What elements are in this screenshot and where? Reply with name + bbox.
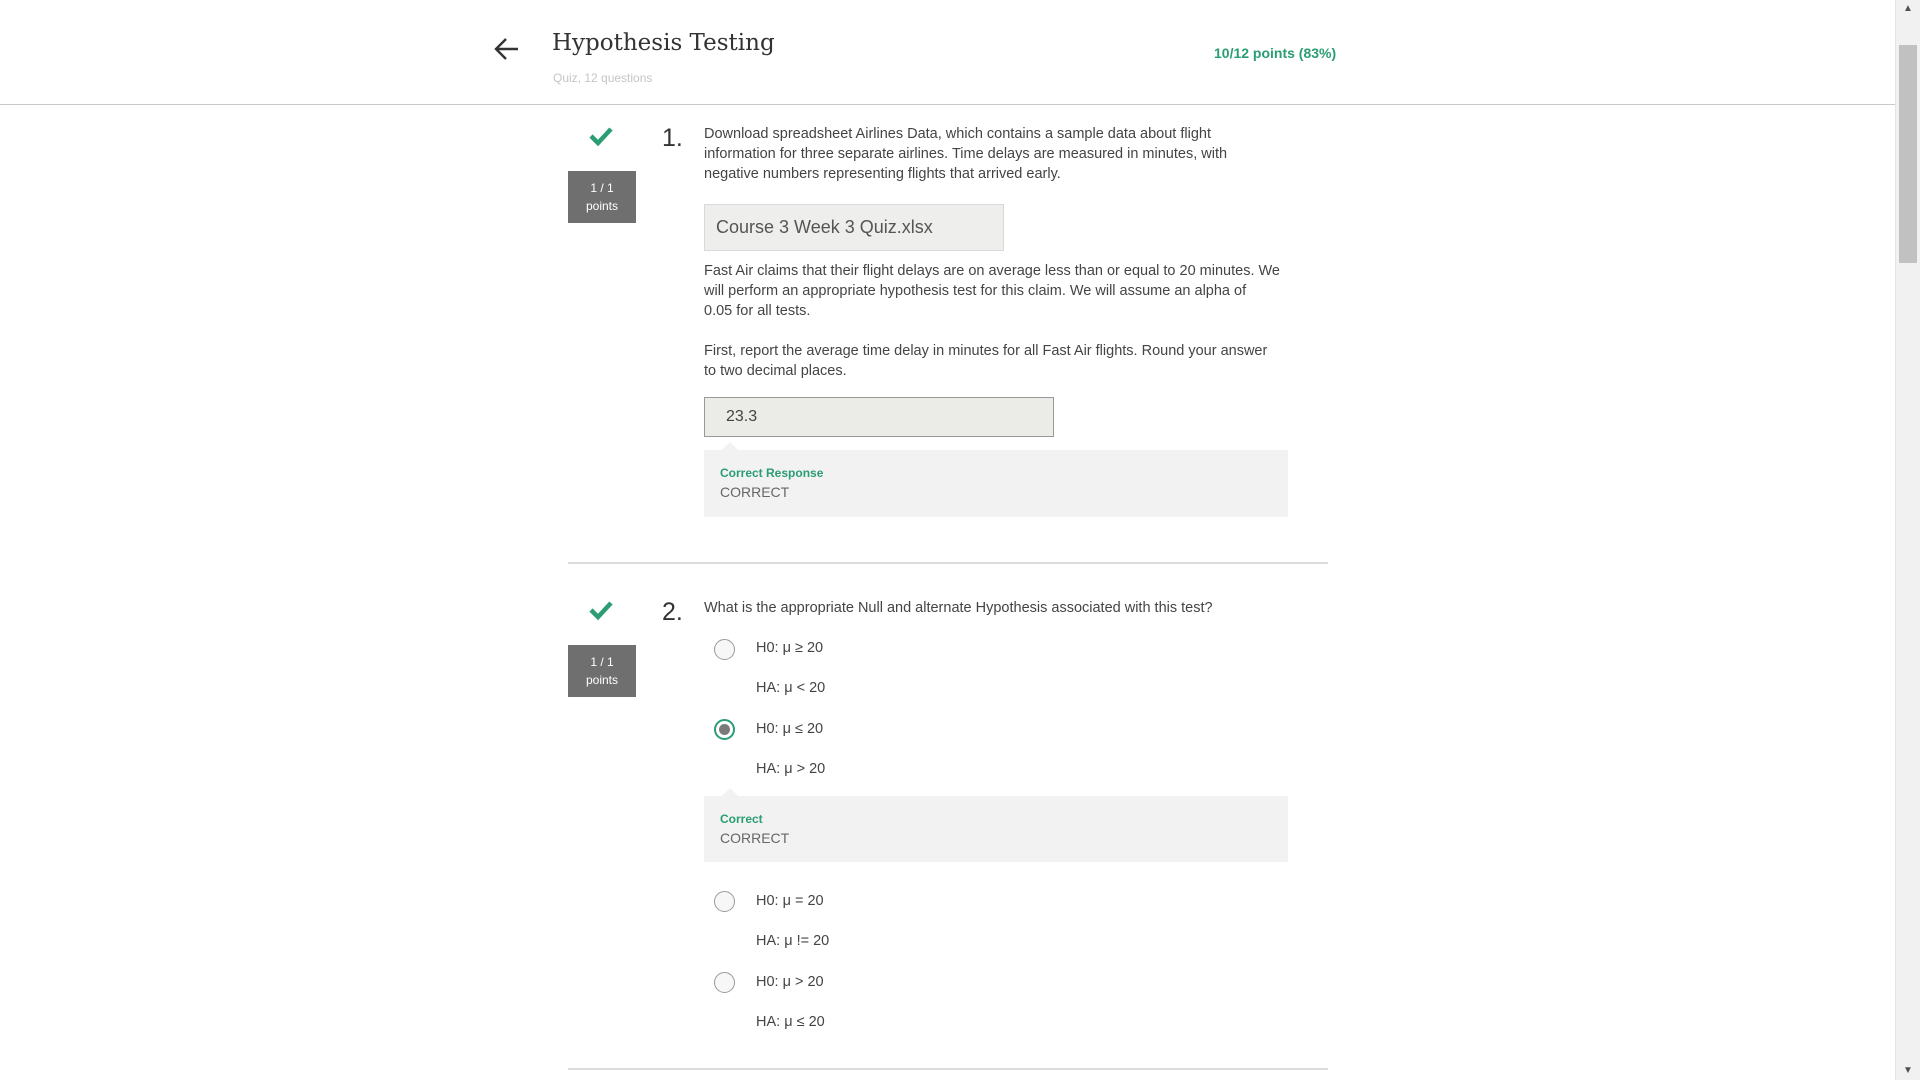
radio-option-1[interactable] — [714, 639, 735, 660]
points-label: points — [585, 199, 619, 213]
paragraph-line: Fast Air claims that their flight delays… — [704, 263, 1280, 279]
feedback-label: Correct — [720, 812, 763, 826]
prompt-line: negative numbers representing flights th… — [704, 166, 1061, 182]
points-badge: 1 / 1 points — [568, 171, 636, 223]
option-h0: H0: μ ≥ 20 — [756, 640, 824, 656]
vertical-scrollbar[interactable]: ▲ ▼ — [1895, 0, 1920, 1080]
points-badge: 1 / 1 points — [568, 645, 636, 697]
paragraph-line: 0.05 for all tests. — [704, 303, 811, 319]
option-h0: H0: μ ≤ 20 — [756, 721, 824, 737]
page-title: Hypothesis Testing — [552, 30, 775, 56]
points-label: points — [585, 673, 619, 687]
question-divider — [568, 1068, 1328, 1070]
score-summary: 10/12 points (83%) — [1214, 45, 1337, 61]
paragraph-line: will perform an appropriate hypothesis t… — [704, 283, 1247, 299]
scroll-up-arrow-icon[interactable]: ▲ — [1896, 0, 1920, 18]
scrollbar-thumb[interactable] — [1899, 45, 1917, 263]
points-value: 1 / 1 — [590, 181, 614, 195]
quiz-header: Hypothesis Testing Quiz, 12 questions 10… — [0, 0, 1896, 105]
feedback-box: Correct CORRECT — [704, 788, 1288, 862]
prompt-line: Download spreadsheet Airlines Data, whic… — [704, 126, 1211, 142]
feedback-label: Correct Response — [720, 466, 824, 480]
question-prompt: What is the appropriate Null and alterna… — [704, 600, 1213, 616]
file-link[interactable]: Course 3 Week 3 Quiz.xlsx — [704, 204, 1004, 251]
feedback-text: CORRECT — [720, 484, 790, 500]
option-ha: HA: μ != 20 — [756, 933, 830, 949]
option-ha: HA: μ ≤ 20 — [756, 1014, 825, 1030]
radio-option-2[interactable] — [714, 719, 735, 740]
feedback-box: Correct Response CORRECT — [704, 442, 1288, 517]
radio-option-3[interactable] — [714, 891, 735, 912]
question-number: 2. — [662, 598, 683, 626]
instruction-line: First, report the average time delay in … — [704, 343, 1268, 359]
radio-option-4[interactable] — [714, 972, 735, 993]
question-paragraph: Fast Air claims that their flight delays… — [704, 261, 1280, 321]
question-instruction: First, report the average time delay in … — [704, 341, 1267, 381]
option-h0: H0: μ > 20 — [756, 974, 824, 990]
page-subtitle: Quiz, 12 questions — [553, 71, 653, 85]
scroll-down-arrow-icon[interactable]: ▼ — [1896, 1062, 1920, 1080]
check-icon — [588, 125, 614, 147]
back-arrow-icon[interactable] — [492, 34, 522, 64]
answer-input[interactable]: 23.3 — [704, 397, 1054, 437]
option-ha: HA: μ > 20 — [756, 761, 826, 777]
feedback-text: CORRECT — [720, 830, 790, 846]
question-number: 1. — [662, 124, 683, 152]
option-h0: H0: μ = 20 — [756, 893, 824, 909]
check-icon — [588, 599, 614, 621]
prompt-line: information for three separate airlines.… — [704, 146, 1228, 162]
question-divider — [568, 562, 1328, 564]
instruction-line: to two decimal places. — [704, 363, 847, 379]
question-prompt: Download spreadsheet Airlines Data, whic… — [704, 124, 1227, 184]
option-ha: HA: μ < 20 — [756, 680, 826, 696]
points-value: 1 / 1 — [590, 655, 614, 669]
